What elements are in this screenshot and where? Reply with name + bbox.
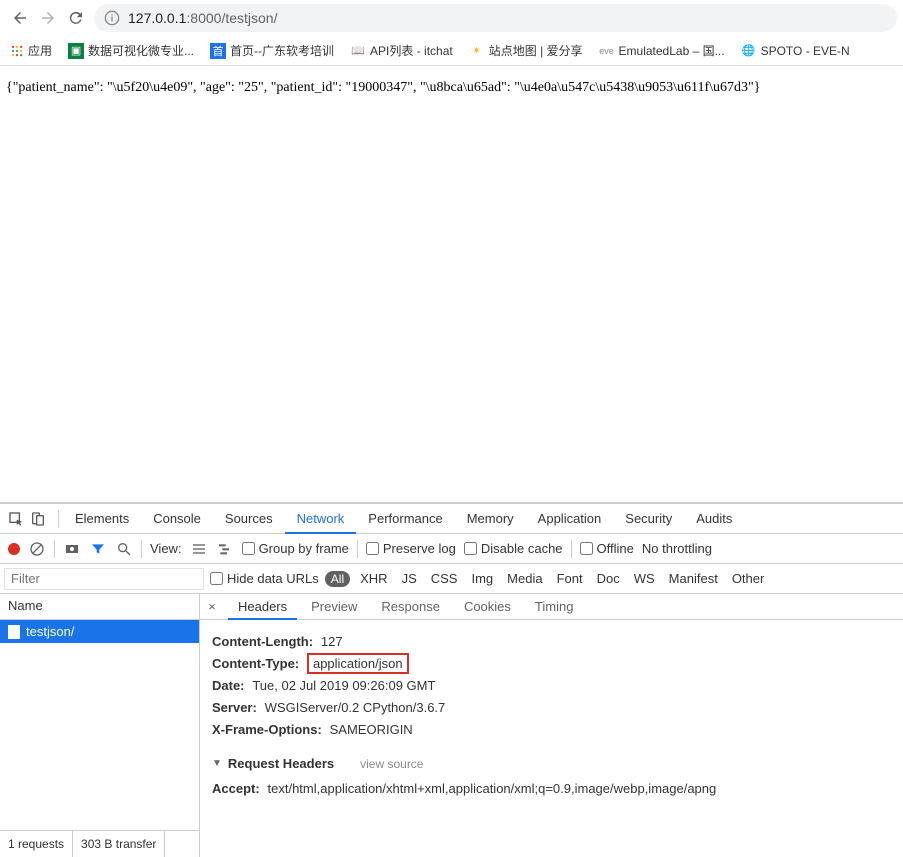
network-request-item[interactable]: testjson/ [0,620,199,643]
netlist-header[interactable]: Name [0,594,199,620]
capture-button[interactable] [63,540,81,558]
detail-tab-cookies[interactable]: Cookies [454,594,521,620]
reload-button[interactable] [62,4,90,32]
tab-application[interactable]: Application [526,504,614,534]
devtools-panel: Elements Console Sources Network Perform… [0,502,903,857]
requests-count: 1 requests [0,831,73,857]
devtools-body: Name testjson/ 1 requests 303 B transfer… [0,594,903,857]
favicon-icon: ✴ [469,43,485,59]
network-filter-bar: Hide data URLs All XHR JS CSS Img Media … [0,564,903,594]
list-view-button[interactable] [190,540,208,558]
tab-elements[interactable]: Elements [63,504,141,534]
filter-type[interactable]: Img [467,571,497,586]
waterfall-view-button[interactable] [216,540,234,558]
view-label: View: [150,541,182,556]
url-path: /testjson/ [221,10,277,26]
favicon-icon: 首 [210,43,226,59]
detail-tab-response[interactable]: Response [371,594,450,620]
view-source-link[interactable]: view source [360,757,423,771]
info-icon [104,10,120,26]
detail-tab-bar: × Headers Preview Response Cookies Timin… [200,594,903,620]
header-line: X-Frame-Options: SAMEORIGIN [212,722,891,738]
favicon-icon: ▣ [68,43,84,59]
page-content: {"patient_name": "\u5f20\u4e09", "age": … [0,66,903,502]
tab-sources[interactable]: Sources [213,504,285,534]
filter-type[interactable]: Media [503,571,546,586]
document-icon [8,625,20,639]
bookmark-item[interactable]: 📖API列表 - itchat [346,40,457,61]
filter-all-button[interactable]: All [325,571,350,587]
tab-memory[interactable]: Memory [455,504,526,534]
devtools-tab-bar: Elements Console Sources Network Perform… [0,504,903,534]
filter-type[interactable]: JS [398,571,421,586]
preserve-log-checkbox[interactable]: Preserve log [366,541,456,556]
favicon-icon: eve [599,43,615,59]
header-line: Date: Tue, 02 Jul 2019 09:26:09 GMT [212,678,891,694]
request-detail-panel: × Headers Preview Response Cookies Timin… [200,594,903,857]
arrow-left-icon [11,9,29,27]
network-toolbar: View: Group by frame Preserve log Disabl… [0,534,903,564]
bookmark-item[interactable]: 🌐SPOTO - EVE-N [737,41,854,61]
filter-type[interactable]: Other [728,571,769,586]
throttling-select[interactable]: No throttling [642,541,712,556]
collapse-icon: ▼ [212,758,222,769]
favicon-icon: 📖 [350,43,366,59]
header-line: Content-Length: 127 [212,634,891,650]
inspect-icon [8,511,24,527]
apps-button[interactable]: 应用 [6,40,56,61]
favicon-icon: 🌐 [741,43,757,59]
request-headers-section[interactable]: ▼ Request Headers view source [212,756,423,771]
transfer-size: 303 B transfer [73,831,165,857]
content-type-value: application/json [307,653,409,674]
apps-label: 应用 [28,42,52,59]
reload-icon [67,9,85,27]
offline-checkbox[interactable]: Offline [580,541,634,556]
netlist-footer: 1 requests 303 B transfer [0,830,199,857]
header-line: Accept: text/html,application/xhtml+xml,… [212,781,891,797]
detail-tab-timing[interactable]: Timing [525,594,584,620]
bookmarks-bar: 应用 ▣数据可视化微专业... 首首页--广东软考培训 📖API列表 - itc… [0,36,903,66]
record-button[interactable] [8,543,20,555]
browser-toolbar: 127.0.0.1:8000/testjson/ [0,0,903,36]
apps-icon [10,44,24,58]
back-button[interactable] [6,4,34,32]
forward-button[interactable] [34,4,62,32]
tab-audits[interactable]: Audits [684,504,744,534]
url-host: 127.0.0.1 [128,10,186,26]
filter-type[interactable]: WS [630,571,659,586]
bookmark-item[interactable]: eveEmulatedLab – 国... [595,40,729,61]
clear-button[interactable] [28,540,46,558]
group-by-frame-checkbox[interactable]: Group by frame [242,541,349,556]
url-port: :8000 [186,10,221,26]
hide-data-urls-checkbox[interactable]: Hide data URLs [210,571,319,586]
bookmark-item[interactable]: ✴站点地图 | 爱分享 [465,40,587,61]
disable-cache-checkbox[interactable]: Disable cache [464,541,563,556]
bookmark-item[interactable]: ▣数据可视化微专业... [64,40,198,61]
tab-performance[interactable]: Performance [356,504,454,534]
filter-toggle[interactable] [89,540,107,558]
filter-type[interactable]: CSS [427,571,462,586]
filter-input[interactable] [4,568,204,590]
filter-type[interactable]: Manifest [665,571,722,586]
arrow-right-icon [39,9,57,27]
filter-type[interactable]: Font [553,571,587,586]
filter-type[interactable]: Doc [593,571,624,586]
header-line: Server: WSGIServer/0.2 CPython/3.6.7 [212,700,891,716]
detail-tab-preview[interactable]: Preview [301,594,367,620]
headers-body: Content-Length: 127 Content-Type: applic… [200,620,903,857]
network-request-list: Name testjson/ 1 requests 303 B transfer [0,594,200,857]
filter-type[interactable]: XHR [356,571,391,586]
device-icon [30,511,46,527]
close-detail-button[interactable]: × [200,599,224,614]
bookmark-item[interactable]: 首首页--广东软考培训 [206,40,338,61]
search-button[interactable] [115,540,133,558]
detail-tab-headers[interactable]: Headers [228,594,297,620]
tab-security[interactable]: Security [613,504,684,534]
tab-console[interactable]: Console [141,504,213,534]
tab-network[interactable]: Network [285,504,357,534]
header-line: Content-Type: application/json [212,656,891,672]
address-bar[interactable]: 127.0.0.1:8000/testjson/ [94,4,897,32]
devtools-dock-controls[interactable] [0,511,54,527]
